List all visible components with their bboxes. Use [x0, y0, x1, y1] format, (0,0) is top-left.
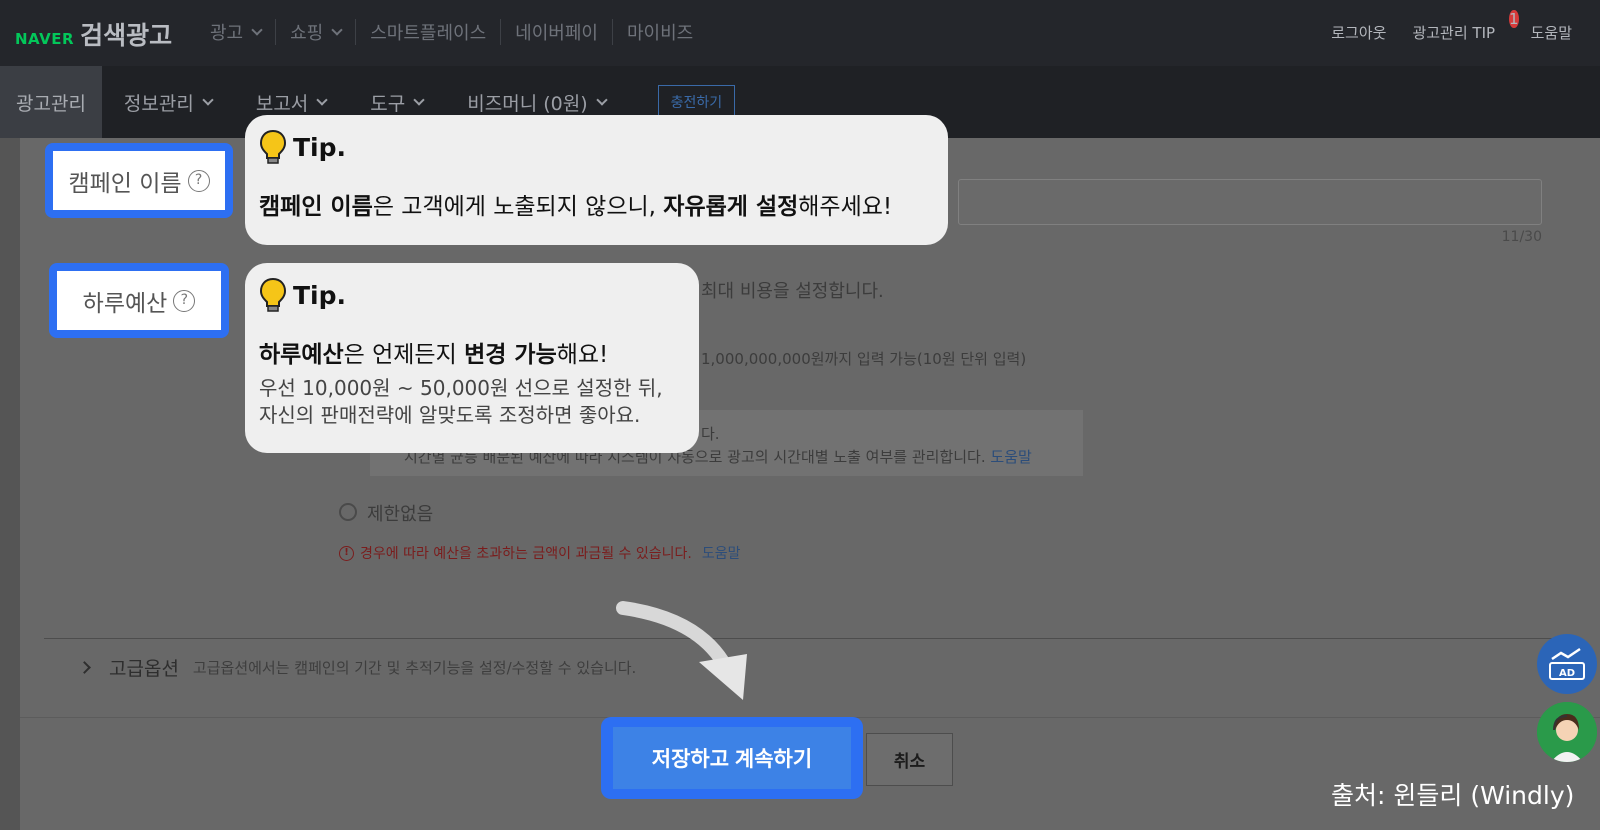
no-limit-label: 제한없음 — [367, 504, 434, 525]
tip-text-1: 은 언제든지 — [343, 342, 465, 368]
tip-bold-1: 캠페인 이름 — [259, 194, 373, 220]
tip-title: Tip. — [293, 132, 347, 162]
tip-message: 캠페인 이름은 고객에게 노출되지 않으니, 자유롭게 설정해주세요! — [259, 187, 934, 221]
tip-detail: 우선 10,000원 ~ 50,000원 선으로 설정한 뒤, 자신의 판매전략… — [259, 375, 685, 429]
tip-text-2: 해주세요! — [798, 194, 893, 220]
top-nav-smartplace[interactable]: 스마트플레이스 — [355, 19, 500, 45]
chevron-down-icon — [331, 24, 343, 36]
tab-reports-label: 보고서 — [255, 92, 309, 115]
budget-info-help-link[interactable]: 도움말 — [990, 448, 1031, 466]
lightbulb-icon — [259, 277, 287, 312]
tip-text-2: 해요! — [556, 342, 609, 368]
top-nav: 광고 쇼핑 스마트플레이스 네이버페이 마이비즈 — [196, 19, 707, 45]
ad-label: AD — [1559, 668, 1575, 679]
tab-info-management[interactable]: 정보관리 — [102, 66, 234, 138]
campaign-name-label: 캠페인 이름 ? — [53, 151, 225, 210]
warning-help-link[interactable]: 도움말 — [702, 543, 741, 563]
daily-budget-label: 하루예산 ? — [57, 271, 221, 330]
ad-tip-link[interactable]: 광고관리 TIP 1 — [1412, 10, 1519, 43]
overcharge-warning: ! 경우에 따라 예산을 초과하는 금액이 과금될 수 있습니다. 도움말 — [339, 543, 740, 563]
tip-title: Tip. — [293, 280, 347, 310]
lightbulb-icon — [259, 129, 287, 164]
budget-info-line1: 다. — [701, 425, 720, 443]
save-and-continue-button[interactable]: 저장하고 계속하기 — [613, 727, 851, 789]
top-nav-shopping-label: 쇼핑 — [290, 23, 324, 44]
no-limit-radio[interactable] — [339, 503, 357, 521]
notification-badge: 1 — [1509, 10, 1519, 28]
tip-message: 하루예산은 언제든지 변경 가능해요! — [259, 335, 685, 369]
top-links: 로그아웃 광고관리 TIP 1 도움말 — [1331, 10, 1572, 43]
budget-description: 최대 비용을 설정합니다. — [701, 281, 884, 302]
chevron-down-icon — [251, 24, 263, 36]
advanced-options-label: 고급옵션 — [109, 658, 179, 680]
tip-detail-line-1: 우선 10,000원 ~ 50,000원 선으로 설정한 뒤, — [259, 376, 663, 400]
daily-budget-label-text: 하루예산 — [82, 290, 168, 317]
chevron-down-icon — [413, 94, 425, 106]
top-nav-ad[interactable]: 광고 — [196, 19, 275, 45]
tip-callout-daily-budget: Tip. 하루예산은 언제든지 변경 가능해요! 우선 10,000원 ~ 50… — [245, 263, 699, 453]
tip-callout-campaign-name: Tip. 캠페인 이름은 고객에게 노출되지 않으니, 자유롭게 설정해주세요! — [245, 115, 948, 245]
top-header: NAVER 검색광고 광고 쇼핑 스마트플레이스 네이버페이 마이비즈 로그아웃… — [0, 0, 1600, 66]
tip-header: Tip. — [259, 277, 685, 313]
source-credit: 출처: 윈들리 (Windly) — [1331, 781, 1575, 810]
chatbot-avatar-button[interactable] — [1537, 702, 1597, 762]
warning-text: 경우에 따라 예산을 초과하는 금액이 과금될 수 있습니다. — [360, 546, 692, 562]
chevron-down-icon — [202, 94, 214, 106]
advanced-options-toggle[interactable]: 고급옵션 고급옵션에서는 캠페인의 기간 및 추적기능을 설정/수정할 수 있습… — [78, 654, 637, 681]
tab-info-label: 정보관리 — [123, 92, 194, 115]
curved-arrow-icon — [616, 601, 747, 700]
daily-budget-label-highlight: 하루예산 ? — [49, 263, 229, 338]
campaign-name-input[interactable] — [958, 179, 1542, 225]
name-char-counter: 11/30 — [1501, 229, 1542, 245]
brand-name: NAVER — [15, 30, 75, 48]
agent-avatar-icon — [1537, 702, 1597, 762]
chevron-down-icon — [316, 94, 328, 106]
warning-icon: ! — [339, 545, 354, 561]
save-button-highlight: 저장하고 계속하기 — [601, 717, 863, 799]
top-nav-naverpay[interactable]: 네이버페이 — [500, 19, 612, 45]
help-link[interactable]: 도움말 — [1531, 22, 1572, 43]
tip-bold-2: 변경 가능 — [464, 342, 557, 368]
tab-ad-management[interactable]: 광고관리 — [0, 66, 102, 138]
campaign-name-label-highlight: 캠페인 이름 ? — [45, 143, 233, 218]
tip-header: Tip. — [259, 129, 934, 165]
top-nav-mybiz[interactable]: 마이비즈 — [611, 19, 707, 45]
tab-tools-label: 도구 — [370, 92, 406, 115]
help-question-icon[interactable]: ? — [173, 289, 196, 312]
ad-widget-button[interactable]: AD — [1537, 634, 1597, 694]
tab-bizmoney-label: 비즈머니 (0원) — [467, 92, 588, 115]
product-name: 검색광고 — [80, 21, 173, 50]
tip-bold-1: 하루예산 — [259, 342, 344, 368]
ad-tip-label: 광고관리 TIP — [1412, 24, 1496, 42]
tip-detail-line-2: 자신의 판매전략에 알맞도록 조정하면 좋아요. — [259, 403, 641, 427]
chevron-down-icon — [595, 94, 608, 106]
tip-text-1: 은 고객에게 노출되지 않으니, — [372, 194, 664, 220]
cancel-button[interactable]: 취소 — [866, 733, 953, 786]
section-divider — [44, 638, 1580, 639]
campaign-name-label-text: 캠페인 이름 — [68, 170, 182, 197]
help-question-icon[interactable]: ? — [187, 169, 210, 192]
tip-bold-2: 자유롭게 설정 — [663, 194, 799, 220]
advanced-options-desc: 고급옵션에서는 캠페인의 기간 및 추적기능을 설정/수정할 수 있습니다. — [192, 659, 637, 677]
left-strip — [0, 138, 20, 830]
top-nav-shopping[interactable]: 쇼핑 — [275, 19, 355, 45]
charge-button[interactable]: 충전하기 — [657, 85, 736, 119]
chevron-right-icon — [78, 661, 91, 674]
naver-logo[interactable]: NAVER 검색광고 — [15, 16, 172, 52]
logout-link[interactable]: 로그아웃 — [1331, 22, 1386, 43]
top-nav-ad-label: 광고 — [210, 23, 244, 44]
ad-chart-icon: AD — [1549, 647, 1585, 680]
budget-range-hint: 1,000,000,000원까지 입력 가능(10원 단위 입력) — [701, 350, 1027, 368]
